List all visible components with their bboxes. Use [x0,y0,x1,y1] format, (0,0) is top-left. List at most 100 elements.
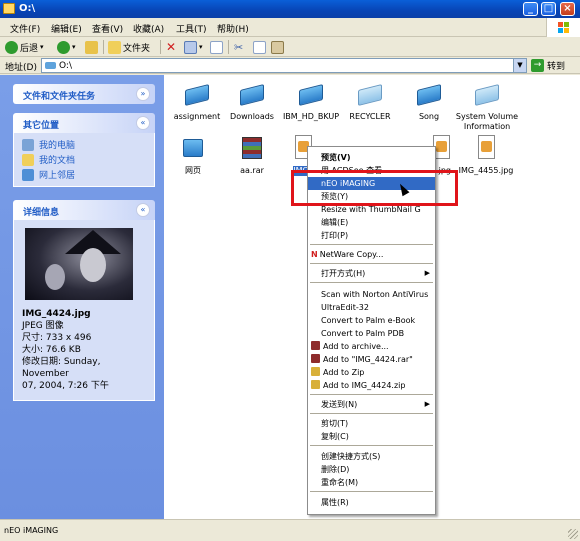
menu-item-properties[interactable]: 属性(R) [308,496,435,509]
places-header[interactable]: 其它位置 « [13,113,155,133]
image-file-icon [471,133,501,163]
item-name: Song [418,112,440,121]
copy-icon [253,40,266,54]
cut-button[interactable]: ✂ [234,39,243,55]
expand-icon[interactable]: » [136,87,150,101]
details-header[interactable]: 详细信息 « [13,200,155,220]
winzip-icon [311,380,320,389]
menu-item-palm-ebook[interactable]: Convert to Palm e-Book [308,314,435,327]
menu-item-create-shortcut[interactable]: 创建快捷方式(S) [308,450,435,463]
folder-item[interactable]: RECYCLER [337,79,403,122]
item-name: IMG_4455.jpg [458,166,514,175]
folder-icon [3,3,15,14]
menu-favorites[interactable]: 收藏(A) [133,22,164,35]
drive-icon [45,62,56,69]
menu-file[interactable]: 文件(F) [10,22,40,35]
detail-modified-cont: 07, 2004, 7:26 下午 [22,381,109,391]
place-label: 我的电脑 [39,141,76,151]
go-label: 转到 [547,62,566,72]
menu-item-netware-copy[interactable]: N NetWare Copy... [308,248,435,261]
menu-help[interactable]: 帮助(H) [217,22,249,35]
chevron-down-icon: ▾ [72,43,76,51]
folders-button[interactable]: 文件夹 [108,39,150,55]
windows-flag-icon [558,22,570,33]
views-button[interactable]: ▾ [184,39,203,55]
forward-arrow-icon [57,40,70,54]
paste-icon [271,40,284,54]
netware-icon: N [311,250,318,259]
menu-item-send-to[interactable]: 发送到(N) ▶ [308,398,435,411]
menu-item-add-archive[interactable]: Add to archive... [308,340,435,353]
menu-item-label: 打开方式(H) [321,269,366,278]
menu-item-copy[interactable]: 复制(C) [308,430,435,443]
folder-item[interactable]: Song [396,79,462,122]
close-button[interactable]: × [560,2,575,16]
submenu-arrow-icon: ▶ [424,400,430,408]
forward-button[interactable]: ▾ [57,39,76,55]
menu-item-preview[interactable]: 预览(V) [308,151,435,164]
menu-item-delete[interactable]: 删除(D) [308,463,435,476]
address-bar: 地址(D) O:\ ▼ → 转到 [0,57,580,74]
place-network[interactable]: 网上邻居 [22,167,146,182]
menu-item-add-rar[interactable]: Add to "IMG_4424.rar" [308,353,435,366]
delete-button[interactable]: ✕ [166,39,176,55]
minimize-button[interactable]: _ [523,2,538,16]
menu-item-label: Add to archive... [323,342,389,351]
menu-view[interactable]: 查看(V) [92,22,123,35]
title-bar: O:\ _ □ × [0,0,580,18]
folder-item[interactable]: Downloads [219,79,285,122]
menu-edit[interactable]: 编辑(E) [51,22,82,35]
folder-icon [296,79,326,109]
menu-separator [310,445,433,446]
place-my-documents[interactable]: 我的文档 [22,152,146,167]
menu-item-rename[interactable]: 重命名(M) [308,476,435,489]
back-button[interactable]: 后退 ▾ [5,39,44,55]
menu-item-label: Add to IMG_4424.zip [323,381,406,390]
detail-size: 大小: 76.6 KB [22,345,81,355]
menu-item-edit[interactable]: 编辑(E) [308,216,435,229]
folder-icon [237,79,267,109]
address-dropdown[interactable]: ▼ [513,59,526,72]
menu-item-add-named-zip[interactable]: Add to IMG_4424.zip [308,379,435,392]
menu-item-palm-pdb[interactable]: Convert to Palm PDB [308,327,435,340]
undo-icon [210,40,223,54]
folder-item[interactable]: IBM_HD_BKUP [278,79,344,122]
place-label: 我的文档 [39,156,76,166]
tasks-header[interactable]: 文件和文件夹任务 » [13,84,155,104]
winrar-icon [311,341,320,350]
collapse-icon[interactable]: « [136,116,150,130]
menu-item-norton-scan[interactable]: Scan with Norton AntiVirus [308,288,435,301]
toolbar-divider [228,40,229,54]
resize-grip-icon[interactable] [568,529,578,539]
menu-separator [310,394,433,395]
address-value: O:\ [59,61,72,71]
menu-separator [310,244,433,245]
folder-up-icon [85,40,98,54]
file-item[interactable]: IMG_4455.jpg [453,133,519,176]
menu-item-add-zip[interactable]: Add to Zip [308,366,435,379]
place-my-computer[interactable]: 我的电脑 [22,137,146,152]
paste-button[interactable] [271,39,284,55]
chevron-down-icon: ▾ [40,43,44,51]
collapse-icon[interactable]: « [136,203,150,217]
window-title: O:\ [19,3,36,14]
menu-item-cut[interactable]: 剪切(T) [308,417,435,430]
folder-item[interactable]: 网页 [160,133,226,176]
menu-tools[interactable]: 工具(T) [176,22,207,35]
tasks-title: 文件和文件夹任务 [23,92,96,102]
menu-item-open-with[interactable]: 打开方式(H) ▶ [308,267,435,280]
toolbar-divider [103,40,104,54]
address-input[interactable]: O:\ ▼ [41,58,527,73]
image-thumbnail [25,228,133,300]
folder-item[interactable]: System Volume Information [454,79,520,132]
copy-button[interactable] [253,39,266,55]
folder-icon [472,79,502,109]
toolbar-divider [160,40,161,54]
menu-item-ultraedit[interactable]: UltraEdit-32 [308,301,435,314]
up-button[interactable] [85,39,98,55]
folder-icon [355,79,385,109]
menu-item-print[interactable]: 打印(P) [308,229,435,242]
undo-button[interactable] [210,39,223,55]
go-button[interactable]: → 转到 [531,58,565,73]
maximize-button[interactable]: □ [541,2,556,16]
